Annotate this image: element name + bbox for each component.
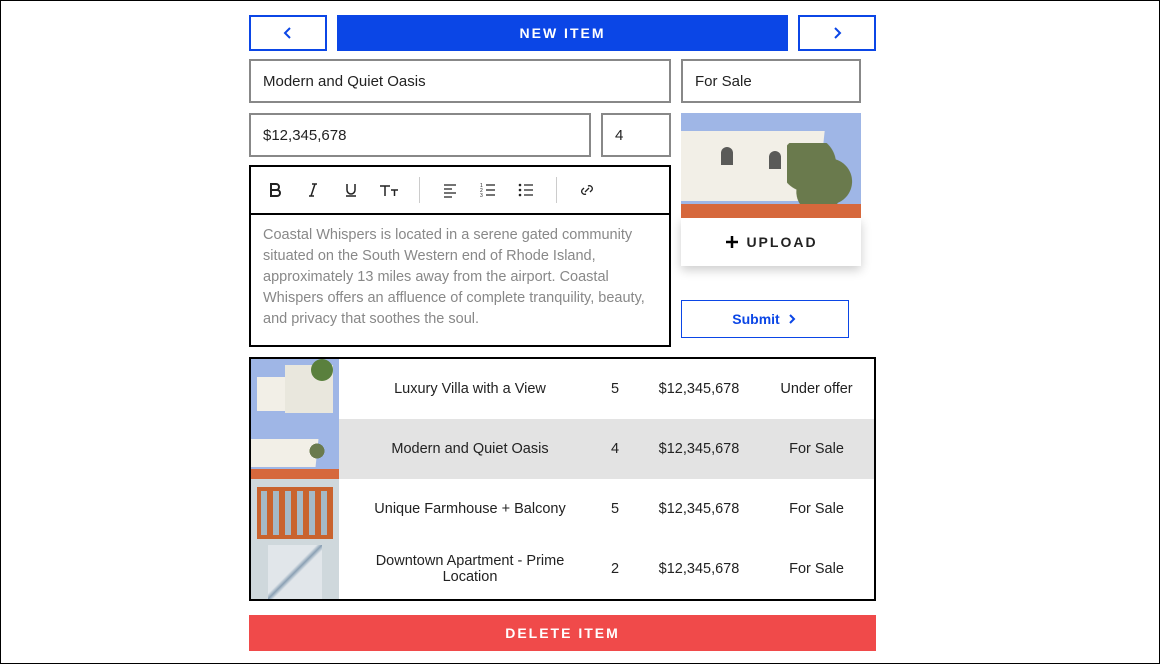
chevron-right-icon [786,313,798,325]
image-preview [681,113,861,218]
listing-count: 5 [591,501,639,517]
bullet-list-icon[interactable] [516,180,536,200]
new-item-button[interactable]: NEW ITEM [337,15,788,51]
delete-item-button[interactable]: DELETE ITEM [249,615,876,651]
count-input[interactable]: 4 [601,113,671,157]
title-input[interactable]: Modern and Quiet Oasis [249,59,671,103]
listing-status: For Sale [759,441,874,457]
table-row[interactable]: Modern and Quiet Oasis4$12,345,678For Sa… [251,419,874,479]
toolbar-separator [556,177,557,203]
upload-button[interactable]: UPLOAD [681,218,861,266]
underline-icon[interactable] [341,180,361,200]
description-editor: 123 Coastal Whispers is located in a ser… [249,165,671,347]
listing-count: 5 [591,381,639,397]
listing-price: $12,345,678 [639,381,759,397]
listing-count: 2 [591,561,639,577]
listing-thumbnail [251,359,339,419]
listing-count: 4 [591,441,639,457]
table-row[interactable]: Unique Farmhouse + Balcony5$12,345,678Fo… [251,479,874,539]
price-input[interactable]: $12,345,678 [249,113,591,157]
toolbar-separator [419,177,420,203]
submit-label: Submit [732,311,779,327]
status-input[interactable]: For Sale [681,59,861,103]
prev-button[interactable] [249,15,327,51]
listing-status: For Sale [759,501,874,517]
align-icon[interactable] [440,180,460,200]
text-size-icon[interactable] [379,180,399,200]
listing-name: Unique Farmhouse + Balcony [339,501,591,517]
listing-name: Modern and Quiet Oasis [339,441,591,457]
link-icon[interactable] [577,180,597,200]
next-button[interactable] [798,15,876,51]
listing-status: For Sale [759,561,874,577]
plus-icon [724,234,740,250]
italic-icon[interactable] [303,180,323,200]
table-row[interactable]: Downtown Apartment - Prime Location2$12,… [251,539,874,599]
listing-name: Luxury Villa with a View [339,381,591,397]
description-textarea[interactable]: Coastal Whispers is located in a serene … [251,215,669,345]
table-row[interactable]: Luxury Villa with a View5$12,345,678Unde… [251,359,874,419]
listing-price: $12,345,678 [639,441,759,457]
chevron-left-icon [280,25,296,41]
submit-button[interactable]: Submit [681,300,849,338]
chevron-right-icon [829,25,845,41]
listings-table: Luxury Villa with a View5$12,345,678Unde… [249,357,876,601]
listing-status: Under offer [759,381,874,397]
ordered-list-icon[interactable]: 123 [478,180,498,200]
svg-text:3: 3 [480,193,483,198]
listing-price: $12,345,678 [639,501,759,517]
listing-price: $12,345,678 [639,561,759,577]
bold-icon[interactable] [265,180,285,200]
editor-toolbar: 123 [251,167,669,215]
listing-thumbnail [251,419,339,479]
listing-name: Downtown Apartment - Prime Location [339,553,591,585]
listing-thumbnail [251,539,339,599]
upload-label: UPLOAD [746,234,817,250]
listing-thumbnail [251,479,339,539]
